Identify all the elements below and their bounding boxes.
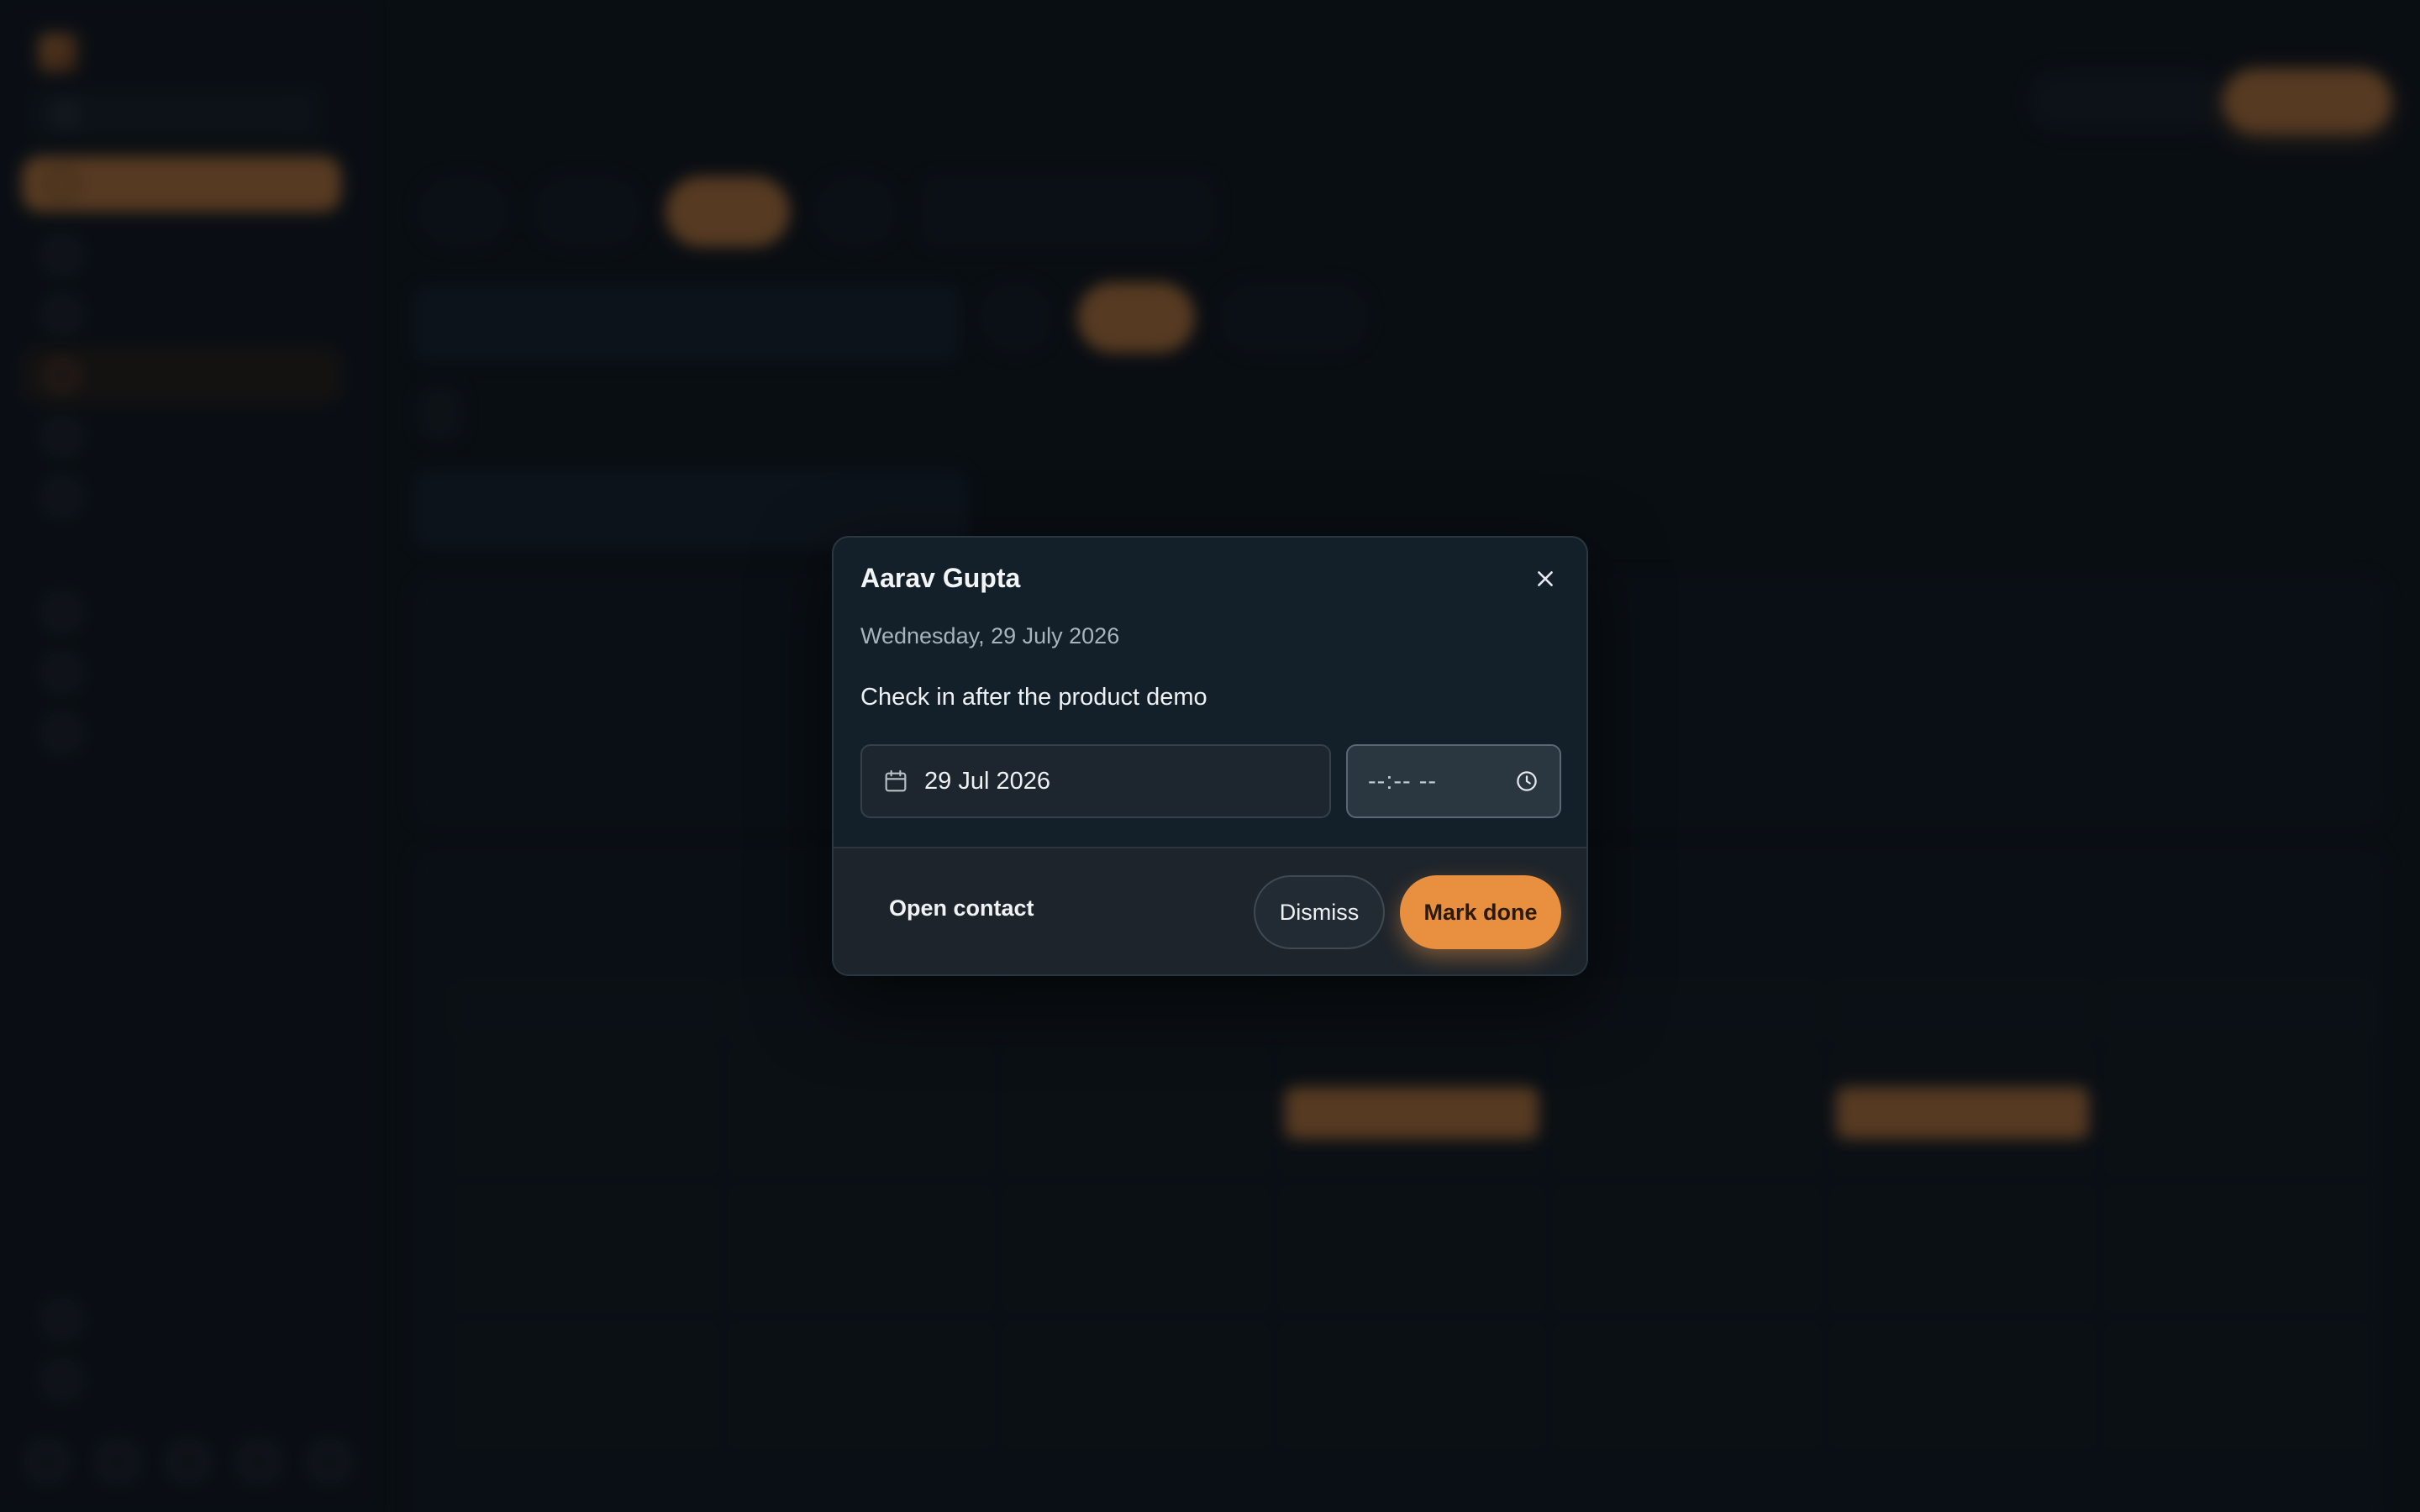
calendar-icon — [885, 769, 907, 792]
mark-done-button[interactable]: Mark done — [1400, 875, 1561, 949]
dialog-date: Wednesday, 29 July 2026 — [860, 623, 1120, 648]
dismiss-button[interactable]: Dismiss — [1254, 875, 1385, 949]
time-input-placeholder: --:-- -- — [1368, 767, 1438, 795]
close-button[interactable] — [1524, 558, 1566, 600]
close-icon — [1538, 571, 1553, 586]
time-input[interactable]: --:-- -- — [1346, 744, 1561, 818]
reminder-note: Check in after the product demo — [860, 684, 1207, 711]
dialog-footer: Open contact Dismiss Mark done — [834, 847, 1586, 974]
open-contact-link[interactable]: Open contact — [889, 895, 1034, 921]
clock-icon[interactable] — [1514, 769, 1539, 794]
reminder-dialog: Aarav Gupta Wednesday, 29 July 2026 Chec… — [832, 536, 1588, 976]
dialog-title: Aarav Gupta — [860, 563, 1021, 593]
date-input[interactable]: 29 Jul 2026 — [860, 744, 1331, 818]
date-input-value: 29 Jul 2026 — [924, 767, 1050, 795]
